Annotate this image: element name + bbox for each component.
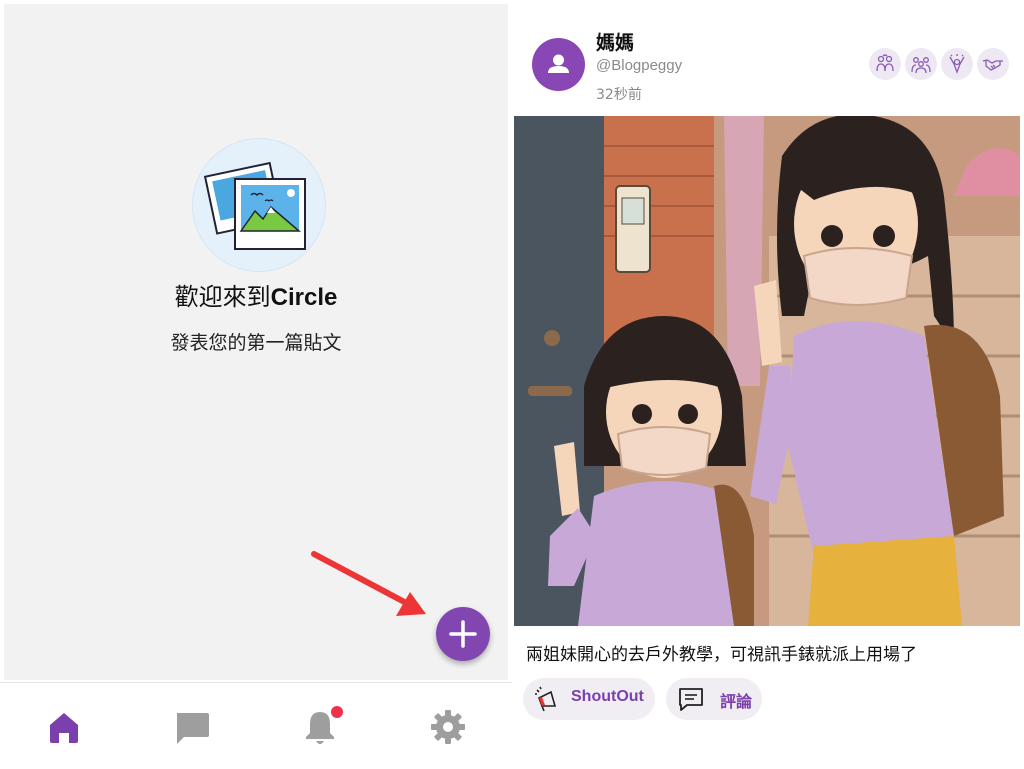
shoutout-button[interactable]: ShoutOut: [523, 678, 655, 720]
home-icon: [50, 713, 78, 743]
chat-icon: [177, 713, 209, 744]
author-handle: @Blogpeggy: [596, 57, 683, 74]
nav-home[interactable]: [0, 683, 128, 769]
pointer-arrow-icon: [311, 551, 426, 616]
post-screen: 媽媽 @Blogpeggy 32秒前 兩姐妹開心的去戶外教學，可視訊手錶就派上用…: [512, 0, 1024, 768]
shoutout-label: ShoutOut: [571, 688, 644, 705]
welcome-title-brand: Circle: [270, 284, 338, 311]
group-icon: [911, 57, 931, 74]
celebrate-icon: [949, 54, 965, 74]
comment-label: 評論: [720, 694, 753, 711]
photo-illustration-icon: [192, 138, 326, 272]
sisters-illustration: [514, 116, 1020, 626]
nav-notifications[interactable]: [256, 683, 384, 769]
empty-feed: 歡迎來到Circle 發表您的第一篇貼文: [4, 4, 508, 680]
post-image[interactable]: [514, 116, 1020, 626]
reaction-handshake[interactable]: [977, 48, 1009, 80]
avatar[interactable]: [532, 38, 585, 91]
reaction-family[interactable]: [869, 48, 901, 80]
author-name[interactable]: 媽媽: [596, 28, 634, 55]
welcome-subtitle: 發表您的第一篇貼文: [170, 332, 342, 354]
bottom-nav: [0, 682, 512, 769]
nav-messages[interactable]: [128, 683, 256, 769]
nav-settings[interactable]: [384, 683, 512, 769]
new-post-button[interactable]: [436, 607, 490, 661]
handshake-icon: [982, 59, 1003, 71]
post-caption: 兩姐妹開心的去戶外教學，可視訊手錶就派上用場了: [526, 645, 917, 665]
reaction-group[interactable]: [905, 48, 937, 80]
family-icon: [876, 54, 894, 72]
user-icon: [548, 54, 569, 73]
comment-button[interactable]: 評論: [666, 678, 762, 720]
gear-icon: [431, 710, 465, 744]
post-time: 32秒前: [596, 87, 642, 103]
welcome-title-prefix: 歡迎來到: [174, 283, 271, 311]
reaction-celebrate[interactable]: [941, 48, 973, 80]
plus-icon: [449, 620, 477, 648]
megaphone-icon: [535, 686, 557, 712]
comment-icon: [679, 688, 703, 711]
welcome-title: 歡迎來到Circle: [4, 280, 508, 315]
notification-badge: [330, 705, 344, 719]
home-screen: 歡迎來到Circle 發表您的第一篇貼文: [0, 0, 512, 769]
